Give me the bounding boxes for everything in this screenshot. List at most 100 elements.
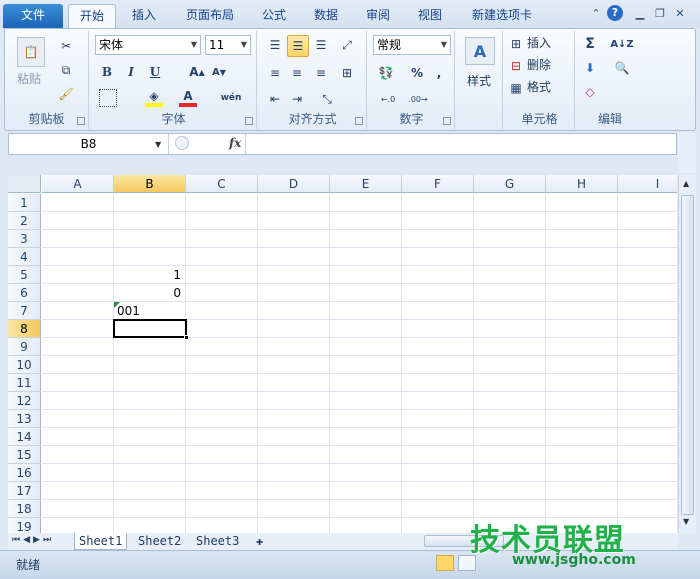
column-header-E[interactable]: E: [330, 175, 402, 193]
clipboard-launcher-icon[interactable]: [77, 117, 85, 125]
collapse-ribbon-icon[interactable]: ⌃: [588, 6, 604, 22]
column-header-G[interactable]: G: [474, 175, 546, 193]
delete-cells-button[interactable]: 删除: [527, 55, 551, 75]
tab-new-tab[interactable]: 新建选项卡: [462, 4, 542, 28]
fill-color-icon[interactable]: ◈: [145, 89, 163, 107]
selected-cell-B8[interactable]: [113, 319, 189, 340]
row-header-9[interactable]: 9: [8, 338, 41, 356]
chevron-down-icon[interactable]: ▼: [155, 140, 161, 149]
row-header-4[interactable]: 4: [8, 248, 41, 266]
vertical-scroll-thumb[interactable]: [681, 195, 694, 515]
decrease-indent-icon[interactable]: ⇤: [265, 89, 285, 109]
paste-button[interactable]: 粘贴: [17, 69, 41, 89]
minimize-icon[interactable]: ▁: [632, 6, 648, 22]
row-header-1[interactable]: 1: [8, 194, 41, 212]
scroll-up-icon[interactable]: ▲: [683, 179, 689, 188]
row-header-13[interactable]: 13: [8, 410, 41, 428]
row-header-3[interactable]: 3: [8, 230, 41, 248]
percent-icon[interactable]: %: [409, 63, 425, 83]
scroll-down-icon[interactable]: ▼: [683, 517, 689, 526]
error-indicator-icon[interactable]: [114, 302, 120, 308]
sheet-nav-icons[interactable]: ⏮◀▶⏭: [12, 535, 54, 545]
sheet-tab-3[interactable]: Sheet3: [192, 533, 243, 550]
column-header-F[interactable]: F: [402, 175, 474, 193]
row-header-7[interactable]: 7: [8, 302, 41, 320]
cell-B5[interactable]: 1: [114, 266, 184, 284]
column-header-A[interactable]: A: [42, 175, 114, 193]
underline-icon[interactable]: U: [147, 63, 163, 81]
row-header-16[interactable]: 16: [8, 464, 41, 482]
row-header-8[interactable]: 8: [8, 320, 41, 338]
copy-icon[interactable]: ⧉: [57, 61, 75, 79]
text-direction-icon[interactable]: ⤡: [317, 89, 337, 109]
vertical-scrollbar[interactable]: ▲ ▼: [678, 175, 696, 533]
column-header-C[interactable]: C: [186, 175, 258, 193]
row-header-12[interactable]: 12: [8, 392, 41, 410]
clear-icon[interactable]: ◇: [581, 83, 599, 101]
align-right-icon[interactable]: ≡: [311, 63, 331, 83]
column-header-H[interactable]: H: [546, 175, 618, 193]
autosum-icon[interactable]: Σ: [581, 35, 599, 53]
grow-font-icon[interactable]: A ▲: [189, 63, 205, 81]
expand-formula-icon[interactable]: [175, 136, 189, 150]
currency-icon[interactable]: 💱: [375, 63, 397, 83]
find-select-icon[interactable]: 🔍: [611, 59, 633, 77]
tab-file[interactable]: 文件: [3, 4, 63, 28]
row-header-14[interactable]: 14: [8, 428, 41, 446]
close-icon[interactable]: ✕: [672, 6, 688, 22]
insert-sheet-icon[interactable]: ✚: [252, 533, 267, 550]
alignment-launcher-icon[interactable]: [355, 117, 363, 125]
sheet-tab-1[interactable]: Sheet1: [74, 533, 128, 550]
column-header-I[interactable]: I: [618, 175, 677, 193]
align-center-icon[interactable]: ≡: [287, 63, 307, 83]
styles-button[interactable]: 样式: [467, 71, 491, 91]
align-top-icon[interactable]: ☰: [265, 35, 285, 55]
borders-icon[interactable]: [99, 89, 117, 107]
tab-page-layout[interactable]: 页面布局: [176, 4, 244, 28]
orientation-icon[interactable]: ⤢: [337, 35, 357, 55]
row-header-5[interactable]: 5: [8, 266, 41, 284]
fill-icon[interactable]: ⬇: [581, 59, 599, 77]
fill-handle[interactable]: [184, 335, 189, 340]
column-header-D[interactable]: D: [258, 175, 330, 193]
column-header-B[interactable]: B: [114, 175, 186, 193]
tab-home[interactable]: 开始: [68, 4, 116, 29]
formula-input[interactable]: [249, 134, 669, 154]
font-launcher-icon[interactable]: [245, 117, 253, 125]
row-header-19[interactable]: 19: [8, 518, 41, 533]
cell-B6[interactable]: 0: [114, 284, 184, 302]
align-left-icon[interactable]: ≡: [265, 63, 285, 83]
format-cells-button[interactable]: 格式: [527, 77, 551, 97]
styles-icon[interactable]: A: [465, 37, 495, 65]
font-name-select[interactable]: 宋体 ▼: [95, 35, 201, 55]
normal-view-icon[interactable]: [436, 555, 454, 571]
sort-filter-icon[interactable]: A↓Z: [610, 35, 633, 53]
worksheet-grid[interactable]: A B C D E F G H I 1 2 3 4 5 6 7 8 9 10 11 12 13 14 15 16 17 18 19 1 0…: [8, 175, 677, 533]
help-icon[interactable]: ?: [607, 5, 623, 21]
name-box[interactable]: B8: [9, 134, 169, 154]
font-color-icon[interactable]: A: [179, 89, 197, 107]
tab-view[interactable]: 视图: [408, 4, 452, 28]
paste-icon[interactable]: 📋: [17, 37, 45, 67]
align-bottom-icon[interactable]: ☰: [311, 35, 331, 55]
comma-style-icon[interactable]: ,: [431, 63, 447, 83]
tab-insert[interactable]: 插入: [122, 4, 166, 28]
cell-B7[interactable]: 001: [114, 302, 184, 320]
cut-icon[interactable]: ✂: [57, 37, 75, 55]
row-header-18[interactable]: 18: [8, 500, 41, 518]
tab-formulas[interactable]: 公式: [252, 4, 296, 28]
tab-review[interactable]: 审阅: [356, 4, 400, 28]
merge-center-icon[interactable]: ⊞: [337, 63, 357, 83]
increase-decimal-icon[interactable]: ←.0: [375, 89, 401, 109]
decrease-decimal-icon[interactable]: .00→: [405, 89, 431, 109]
increase-indent-icon[interactable]: ⇥: [287, 89, 307, 109]
sheet-tab-2[interactable]: Sheet2: [134, 533, 185, 550]
select-all-corner[interactable]: [8, 175, 41, 193]
phonetic-icon[interactable]: wén: [219, 89, 243, 107]
tab-data[interactable]: 数据: [304, 4, 348, 28]
format-painter-icon[interactable]: 🖌: [57, 85, 75, 103]
italic-icon[interactable]: I: [123, 63, 139, 81]
row-header-10[interactable]: 10: [8, 356, 41, 374]
font-size-select[interactable]: 11 ▼: [205, 35, 251, 55]
row-header-15[interactable]: 15: [8, 446, 41, 464]
